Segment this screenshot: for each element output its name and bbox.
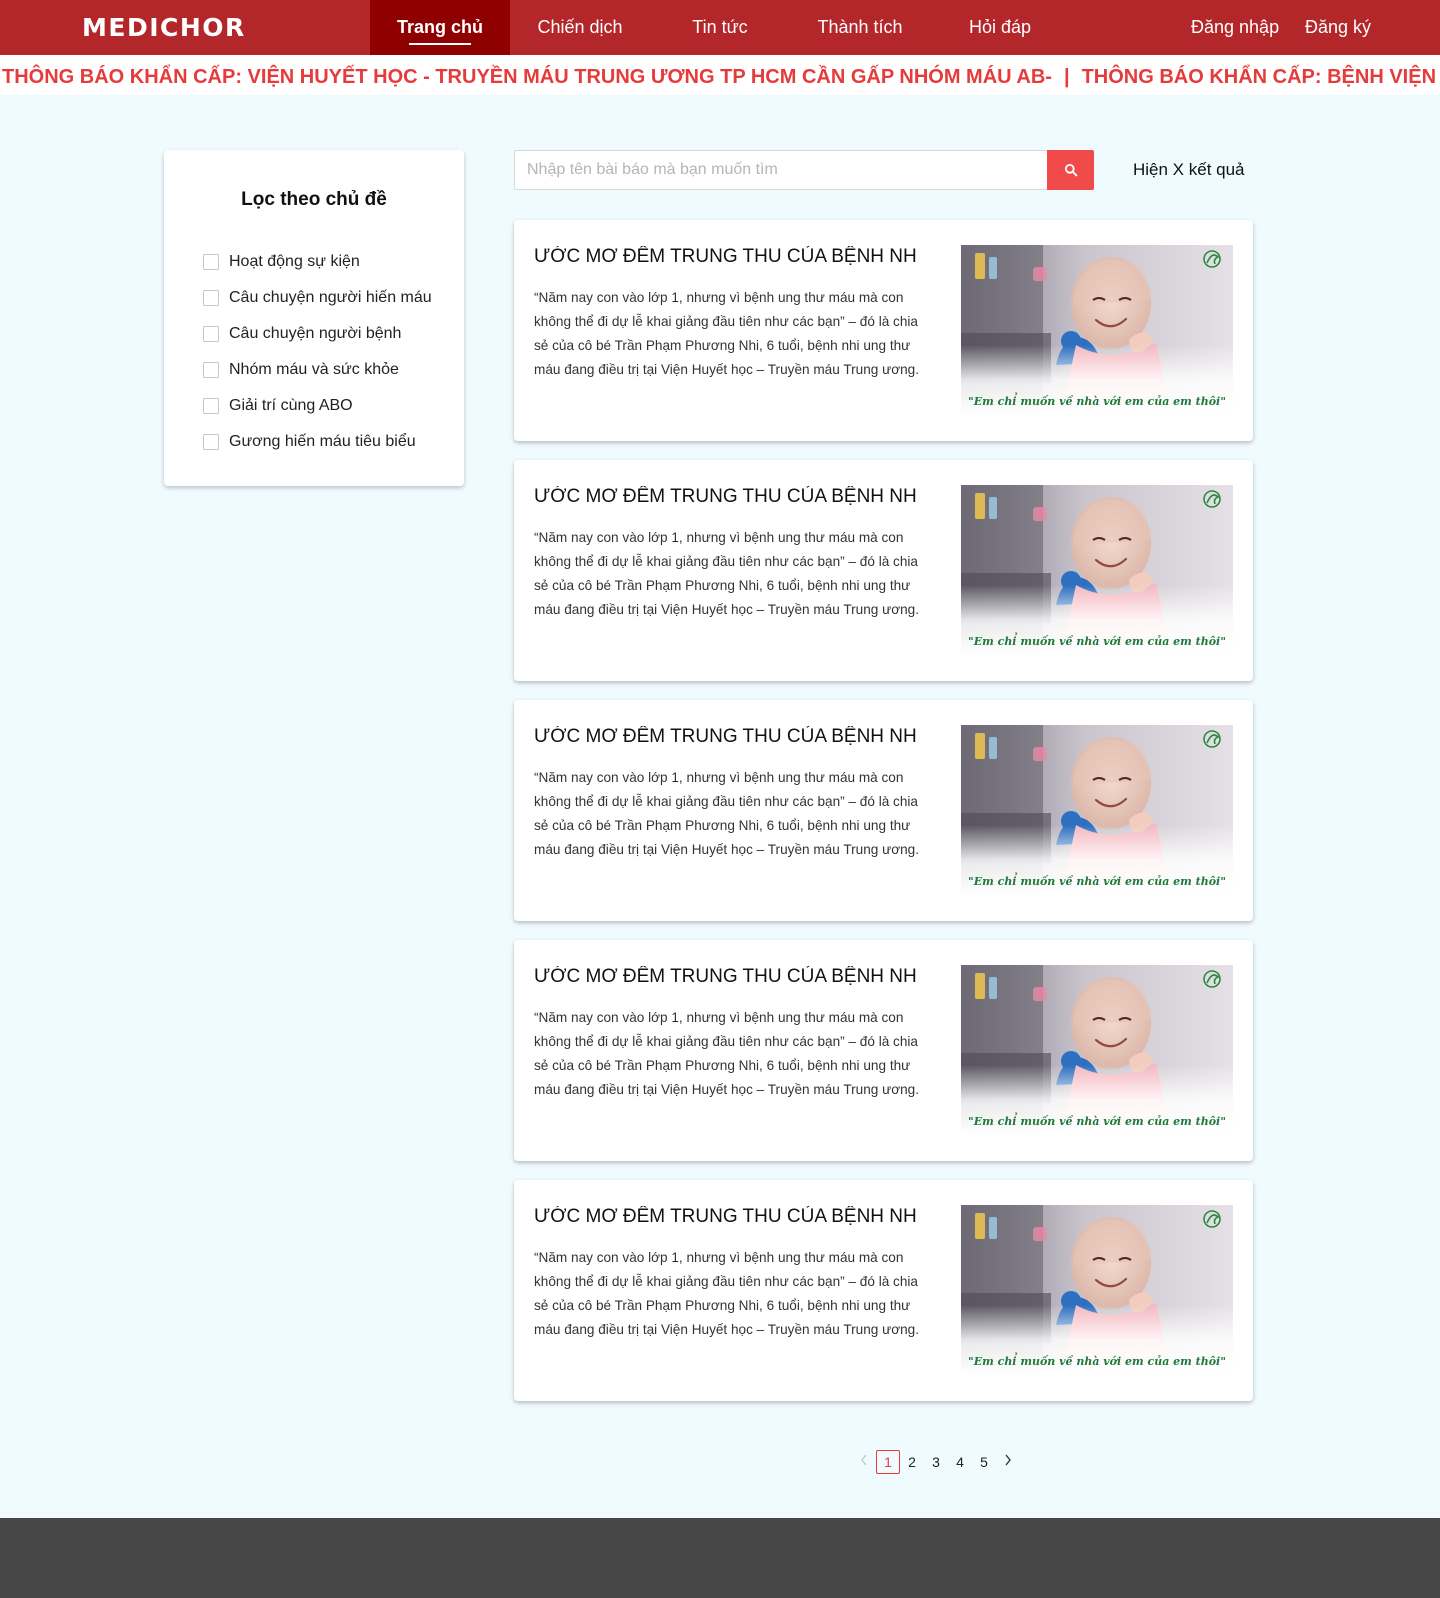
filter-label: Gương hiến máu tiêu biểu — [229, 433, 416, 450]
logo[interactable]: MEDICHOR — [82, 13, 246, 42]
thumbnail-caption: "Em chỉ muốn về nhà với em của em thôi" — [968, 1355, 1226, 1368]
filter-title: Lọc theo chủ đề — [241, 189, 387, 210]
article-excerpt: “Năm nay con vào lớp 1, nhưng vì bệnh un… — [534, 290, 920, 377]
filter-nhom-mau-va-suc-khoe[interactable]: Nhóm máu và sức khỏe — [203, 358, 399, 382]
chevron-right-icon — [1005, 1454, 1011, 1466]
filter-label: Giải trí cùng ABO — [229, 397, 353, 414]
ticker-separator: | — [1063, 66, 1070, 88]
register-link[interactable]: Đăng ký — [1305, 0, 1371, 55]
filter-checkbox[interactable] — [203, 362, 219, 378]
search-button[interactable] — [1047, 150, 1094, 190]
article-title[interactable]: ƯỚC MƠ ĐÊM TRUNG THU CỦA BỆNH NHI UNG TH… — [534, 726, 918, 748]
ticker-text: THÔNG BÁO KHẨN CẤP: VIỆN HUYẾT HỌC - TRU… — [2, 66, 1436, 89]
article-card[interactable]: ƯỚC MƠ ĐÊM TRUNG THU CỦA BỆNH NHI UNG TH… — [514, 700, 1253, 921]
filter-cau-chuyen-nguoi-hien-mau[interactable]: Câu chuyện người hiến máu — [203, 286, 432, 310]
article-thumbnail[interactable]: "Em chỉ muốn về nhà với em của em thôi" — [961, 965, 1233, 1135]
article-excerpt: “Năm nay con vào lớp 1, nhưng vì bệnh un… — [534, 530, 920, 617]
article-title[interactable]: ƯỚC MƠ ĐÊM TRUNG THU CỦA BỆNH NHI UNG TH… — [534, 486, 918, 508]
search-icon — [1064, 164, 1077, 177]
nav-label: Trang chủ — [396, 17, 483, 37]
filter-label: Câu chuyện người bệnh — [229, 325, 402, 342]
page-5-button[interactable]: 5 — [972, 1450, 996, 1474]
thumbnail-caption: "Em chỉ muốn về nhà với em của em thôi" — [968, 635, 1226, 648]
thumbnail-caption: "Em chỉ muốn về nhà với em của em thôi" — [968, 875, 1226, 888]
filter-label: Câu chuyện người hiến máu — [229, 289, 432, 306]
thumbnail-image — [961, 485, 1233, 655]
emergency-ticker: THÔNG BÁO KHẨN CẤP: VIỆN HUYẾT HỌC - TRU… — [0, 55, 1440, 95]
article-excerpt: “Năm nay con vào lớp 1, nhưng vì bệnh un… — [534, 1250, 920, 1337]
pagination: 1 2 3 4 5 — [852, 1450, 1020, 1474]
ticker-item[interactable]: THÔNG BÁO KHẨN CẤP: BỆNH VIỆN — [1082, 66, 1436, 88]
footer — [0, 1518, 1440, 1598]
filter-checkbox[interactable] — [203, 434, 219, 450]
article-card[interactable]: ƯỚC MƠ ĐÊM TRUNG THU CỦA BỆNH NHI UNG TH… — [514, 1180, 1253, 1401]
top-navbar: MEDICHOR Trang chủ Chiến dịch Tin tức Th… — [0, 0, 1440, 55]
thumbnail-image — [961, 1205, 1233, 1375]
filter-checkbox[interactable] — [203, 254, 219, 270]
nav-trang-chu[interactable]: Trang chủ — [370, 0, 510, 55]
active-underline — [409, 43, 471, 45]
login-link[interactable]: Đăng nhập — [1191, 0, 1279, 55]
ticker-item[interactable]: THÔNG BÁO KHẨN CẤP: VIỆN HUYẾT HỌC - TRU… — [2, 66, 1052, 88]
search-input[interactable] — [514, 150, 1048, 190]
nav-tin-tuc[interactable]: Tin tức — [650, 0, 790, 55]
chevron-left-icon — [861, 1454, 867, 1466]
page-3-button[interactable]: 3 — [924, 1450, 948, 1474]
nav-label: Tin tức — [692, 17, 748, 37]
next-page-button[interactable] — [996, 1450, 1020, 1474]
filter-checkbox[interactable] — [203, 290, 219, 306]
filter-guong-hien-mau-tieu-bieu[interactable]: Gương hiến máu tiêu biểu — [203, 430, 416, 454]
thumbnail-image — [961, 245, 1233, 415]
filter-giai-tri-cung-abo[interactable]: Giải trí cùng ABO — [203, 394, 353, 418]
page-1-button[interactable]: 1 — [876, 1450, 900, 1474]
article-excerpt: “Năm nay con vào lớp 1, nhưng vì bệnh un… — [534, 1010, 920, 1097]
article-thumbnail[interactable]: "Em chỉ muốn về nhà với em của em thôi" — [961, 1205, 1233, 1375]
nav-label: Thành tích — [817, 17, 903, 37]
article-thumbnail[interactable]: "Em chỉ muốn về nhà với em của em thôi" — [961, 245, 1233, 415]
filter-hoat-dong-su-kien[interactable]: Hoạt động sự kiện — [203, 250, 360, 274]
thumbnail-caption: "Em chỉ muốn về nhà với em của em thôi" — [968, 395, 1226, 408]
filter-cau-chuyen-nguoi-benh[interactable]: Câu chuyện người bệnh — [203, 322, 401, 346]
article-card[interactable]: ƯỚC MƠ ĐÊM TRUNG THU CỦA BỆNH NHI UNG TH… — [514, 940, 1253, 1161]
filter-label: Nhóm máu và sức khỏe — [229, 361, 399, 378]
article-thumbnail[interactable]: "Em chỉ muốn về nhà với em của em thôi" — [961, 485, 1233, 655]
nav-hoi-dap[interactable]: Hỏi đáp — [930, 0, 1070, 55]
thumbnail-image — [961, 725, 1233, 895]
topic-filter-panel: Lọc theo chủ đề Hoạt động sự kiện Câu ch… — [164, 150, 464, 486]
filter-label: Hoạt động sự kiện — [229, 253, 360, 270]
page-4-button[interactable]: 4 — [948, 1450, 972, 1474]
filter-checkbox[interactable] — [203, 398, 219, 414]
article-title[interactable]: ƯỚC MƠ ĐÊM TRUNG THU CỦA BỆNH NHI UNG TH… — [534, 246, 918, 268]
nav-thanh-tich[interactable]: Thành tích — [790, 0, 930, 55]
page-2-button[interactable]: 2 — [900, 1450, 924, 1474]
result-count: Hiện X kết quả — [1133, 160, 1245, 179]
filter-checkbox[interactable] — [203, 326, 219, 342]
nav-label: Hỏi đáp — [968, 17, 1032, 37]
article-excerpt: “Năm nay con vào lớp 1, nhưng vì bệnh un… — [534, 770, 920, 857]
nav-label: Chiến dịch — [537, 17, 623, 37]
article-title[interactable]: ƯỚC MƠ ĐÊM TRUNG THU CỦA BỆNH NHI UNG TH… — [534, 966, 918, 988]
article-title[interactable]: ƯỚC MƠ ĐÊM TRUNG THU CỦA BỆNH NHI UNG TH… — [534, 1206, 918, 1228]
thumbnail-caption: "Em chỉ muốn về nhà với em của em thôi" — [968, 1115, 1226, 1128]
prev-page-button[interactable] — [852, 1450, 876, 1474]
nav-chien-dich[interactable]: Chiến dịch — [510, 0, 650, 55]
article-card[interactable]: ƯỚC MƠ ĐÊM TRUNG THU CỦA BỆNH NHI UNG TH… — [514, 460, 1253, 681]
thumbnail-image — [961, 965, 1233, 1135]
article-thumbnail[interactable]: "Em chỉ muốn về nhà với em của em thôi" — [961, 725, 1233, 895]
article-card[interactable]: ƯỚC MƠ ĐÊM TRUNG THU CỦA BỆNH NHI UNG TH… — [514, 220, 1253, 441]
